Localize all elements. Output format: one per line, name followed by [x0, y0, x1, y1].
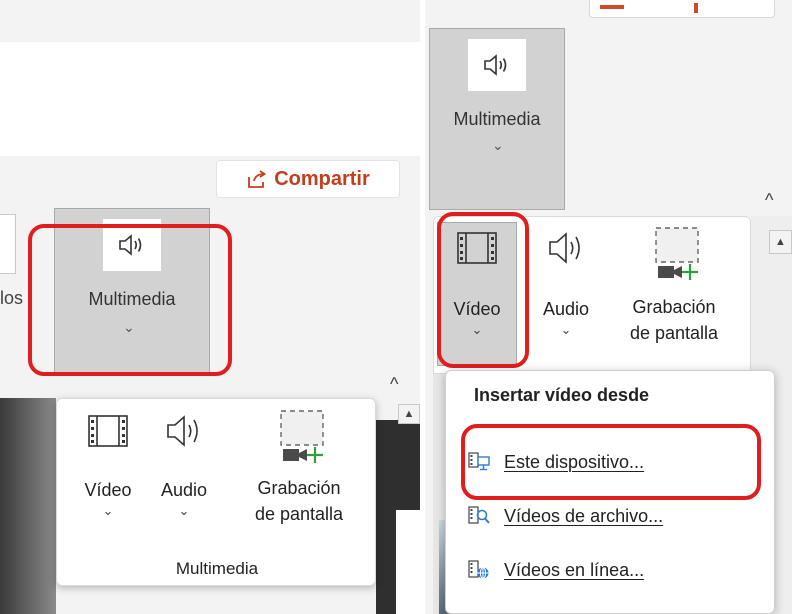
- left-screenshot: Compartir los Multimedia ⌄ ^ ▲ Vídeo ⌄ A…: [0, 0, 420, 614]
- speaker-icon: [162, 411, 206, 451]
- highlight-video-button: [437, 212, 529, 368]
- right-screenshot: Multimedia ⌄ ^ ▲ Vídeo ⌄ Audio ⌄ Grabaci…: [425, 0, 792, 614]
- scroll-up-button[interactable]: ▲: [769, 230, 792, 254]
- menu-item-stock-videos[interactable]: Vídeos de archivo...: [458, 497, 764, 535]
- side-panel: [396, 510, 420, 614]
- menu-item-label: Vídeos en línea...: [504, 559, 645, 580]
- video-label: Vídeo: [84, 480, 132, 500]
- highlight-multimedia-button: [28, 224, 232, 376]
- scroll-up-button[interactable]: ▲: [398, 404, 420, 424]
- chevron-down-icon: ⌄: [102, 503, 114, 518]
- online-video-icon: [468, 559, 490, 581]
- speaker-icon: [468, 39, 526, 91]
- menu-item-online-videos[interactable]: Vídeos en línea...: [458, 551, 764, 589]
- previous-group-label: los: [0, 288, 24, 308]
- screen-recording-icon: [644, 224, 704, 284]
- screen-recording-icon: [269, 407, 329, 467]
- multimedia-label: Multimedia: [453, 109, 541, 129]
- audio-label: Audio: [542, 299, 590, 319]
- menu-item-label: Vídeos de archivo...: [504, 505, 664, 526]
- multimedia-button[interactable]: Multimedia ⌄: [429, 28, 565, 210]
- share-button[interactable]: Compartir: [216, 160, 400, 198]
- film-icon: [86, 411, 130, 451]
- collapse-ribbon-icon[interactable]: ^: [390, 374, 398, 395]
- screen-recording-button[interactable]: Grabación de pantalla: [611, 224, 737, 346]
- previous-group-button[interactable]: [0, 214, 16, 274]
- screen-recording-label: Grabación: [257, 478, 341, 498]
- audio-label: Audio: [160, 480, 208, 500]
- screen-recording-label-line2: de pantalla: [629, 323, 719, 343]
- slide-thumbnail-image: [0, 398, 56, 614]
- multimedia-flyout: Vídeo ⌄ Audio ⌄ Grabación de pantalla Mu…: [56, 398, 376, 586]
- share-icon: [246, 168, 268, 190]
- chevron-down-icon: ⌄: [560, 322, 572, 337]
- video-button[interactable]: Vídeo ⌄: [73, 411, 143, 519]
- title-bar-strip: [0, 0, 420, 42]
- screen-recording-label-line2: de pantalla: [254, 504, 344, 524]
- group-label-multimedia: Multimedia: [175, 559, 259, 578]
- speaker-icon: [544, 228, 588, 268]
- audio-button[interactable]: Audio ⌄: [151, 411, 217, 519]
- audio-button[interactable]: Audio ⌄: [533, 228, 599, 338]
- dropdown-header: Insertar vídeo desde: [474, 385, 650, 405]
- share-label: Compartir: [274, 167, 370, 190]
- chevron-down-icon: ⌄: [178, 503, 190, 518]
- screen-recording-label: Grabación: [632, 297, 716, 317]
- chevron-down-icon: ⌄: [492, 137, 504, 153]
- highlight-this-device-item: [461, 424, 761, 500]
- screen-recording-button[interactable]: Grabación de pantalla: [229, 407, 369, 527]
- stock-videos-icon: [468, 505, 490, 527]
- collapse-ribbon-icon[interactable]: ^: [765, 190, 773, 211]
- share-button-partial: [589, 0, 775, 18]
